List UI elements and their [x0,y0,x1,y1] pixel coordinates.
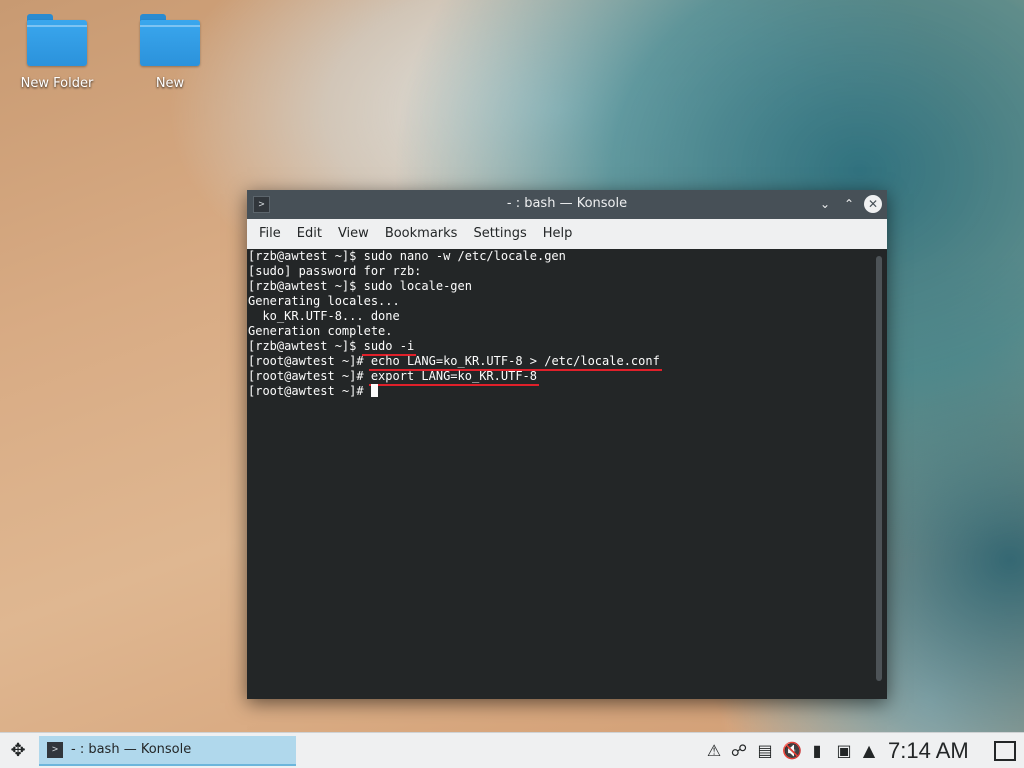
menu-edit[interactable]: Edit [289,219,330,249]
terminal-line: [root@awtest ~]# [248,384,871,399]
taskbar-item-konsole[interactable]: > - : bash — Konsole [39,736,296,766]
show-desktop-icon[interactable] [994,741,1016,761]
terminal-icon: > [47,742,63,758]
minimize-button[interactable]: ⌄ [816,195,834,213]
window-titlebar[interactable]: > - : bash — Konsole ⌄ ⌃ ✕ [247,190,887,219]
desktop-icon-label: New [155,76,185,91]
konsole-window[interactable]: > - : bash — Konsole ⌄ ⌃ ✕ File Edit Vie… [247,190,887,699]
highlighted-command: sudo -i [363,339,415,353]
terminal-line: [rzb@awtest ~]$ sudo locale-gen [248,279,472,293]
volume-muted-icon[interactable]: 🔇 [781,733,803,768]
notifications-icon[interactable]: ⚠ [703,733,725,768]
folder-icon [27,14,87,66]
terminal-line: [root@awtest ~]# echo LANG=ko_KR.UTF-8 >… [248,354,871,369]
close-icon: ✕ [867,197,879,211]
menu-help[interactable]: Help [535,219,581,249]
menu-bookmarks[interactable]: Bookmarks [377,219,466,249]
clipboard-icon[interactable]: ▤ [754,733,776,768]
folder-icon [140,14,200,66]
terminal-prompt: [root@awtest ~]# [248,384,371,398]
menubar: File Edit View Bookmarks Settings Help [247,219,887,249]
terminal-line: [rzb@awtest ~]$ sudo -i [248,339,871,354]
menu-view[interactable]: View [330,219,377,249]
expand-tray-icon[interactable]: ▲ [858,733,880,768]
display-icon[interactable]: ▣ [833,733,855,768]
highlighted-command: echo LANG=ko_KR.UTF-8 > /etc/locale.conf [370,354,660,368]
desktop-icon-new[interactable]: New [125,10,215,91]
terminal-scrollbar[interactable] [876,256,882,681]
maximize-button[interactable]: ⌃ [840,195,858,213]
window-title: - : bash — Konsole [506,196,628,211]
highlighted-command: export LANG=ko_KR.UTF-8 [370,369,537,383]
menu-settings[interactable]: Settings [465,219,534,249]
terminal-prompt: [rzb@awtest ~]$ [248,339,364,353]
terminal-line: [root@awtest ~]# export LANG=ko_KR.UTF-8 [248,369,871,384]
chevron-down-icon: ⌄ [819,197,831,211]
terminal-line: Generating locales... [248,294,400,308]
usb-device-icon[interactable]: ▮ [806,733,828,768]
terminal-line: [rzb@awtest ~]$ sudo nano -w /etc/locale… [248,249,566,263]
taskbar-item-label: - : bash — Konsole [71,742,192,757]
terminal-line: Generation complete. [248,324,393,338]
terminal-output[interactable]: [rzb@awtest ~]$ sudo nano -w /etc/locale… [247,249,887,699]
network-icon[interactable]: ☍ [728,733,750,768]
clock[interactable]: 7:14 AM [888,733,969,768]
terminal-line: ko_KR.UTF-8... done [248,309,400,323]
chevron-up-icon: ⌃ [843,197,855,211]
terminal-prompt: [root@awtest ~]# [248,354,371,368]
terminal-line: [sudo] password for rzb: [248,264,422,278]
text-cursor [370,384,378,397]
desktop-icon-new-folder[interactable]: New Folder [12,10,102,91]
terminal-prompt: [root@awtest ~]# [248,369,371,383]
close-button[interactable]: ✕ [864,195,882,213]
taskbar: ✥ > - : bash — Konsole ⚠ ☍ ▤ 🔇 ▮ ▣ ▲ 7:1… [0,732,1024,768]
desktop-icon-label: New Folder [20,76,94,91]
menu-file[interactable]: File [251,219,289,249]
application-launcher-icon[interactable]: ✥ [6,739,30,763]
